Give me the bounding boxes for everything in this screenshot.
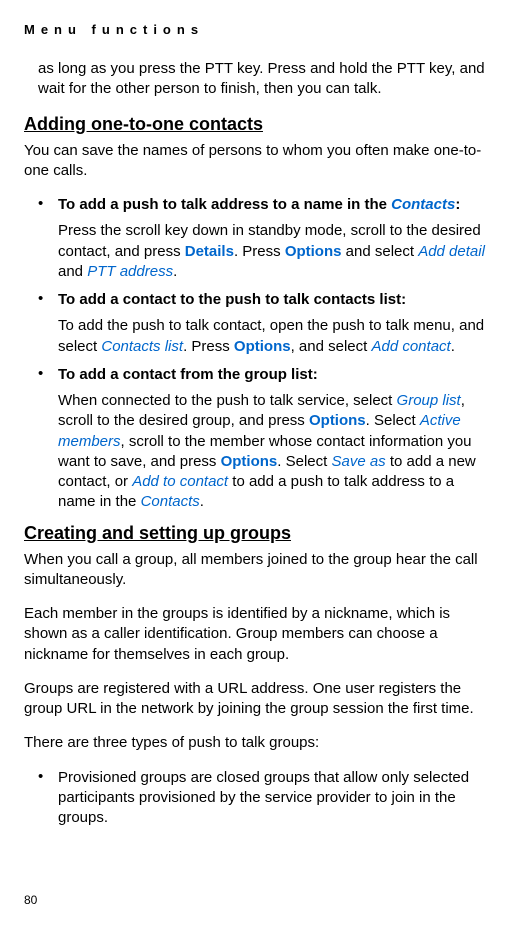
section1-intro: You can save the names of persons to who… <box>24 141 493 182</box>
ui-term: Active members <box>58 412 461 449</box>
ui-term: Options <box>309 412 366 429</box>
ui-term: Contacts list <box>101 338 183 355</box>
list-item: To add a contact from the group list: Whe… <box>38 365 493 513</box>
bullet-body: Press the scroll key down in standby mod… <box>58 221 493 282</box>
paragraph: Each member in the groups is identified … <box>24 604 493 665</box>
ui-term: Add contact <box>371 338 450 355</box>
list-item: To add a contact to the push to talk con… <box>38 290 493 357</box>
ui-term: Group list <box>397 392 461 409</box>
section-heading-adding-contacts: Adding one-to-one contacts <box>24 114 493 135</box>
list-item: Provisioned groups are closed groups tha… <box>38 768 493 829</box>
page-number: 80 <box>24 893 37 907</box>
ui-term: Add to contact <box>132 473 228 490</box>
ui-term: Options <box>234 338 291 355</box>
ui-term: Contacts <box>141 493 200 510</box>
bullet-body: To add the push to talk contact, open th… <box>58 316 493 357</box>
bullet-heading: To add a contact to the push to talk con… <box>58 290 493 310</box>
ui-term: Save as <box>331 453 385 470</box>
ui-term: Add detail <box>418 243 485 260</box>
list-item: To add a push to talk address to a name … <box>38 195 493 282</box>
ui-term: Options <box>285 243 342 260</box>
section2-bullet-list: Provisioned groups are closed groups tha… <box>38 768 493 829</box>
bullet-body: When connected to the push to talk servi… <box>58 391 493 513</box>
paragraph: There are three types of push to talk gr… <box>24 733 493 753</box>
paragraph: Groups are registered with a URL address… <box>24 679 493 720</box>
section-heading-creating-groups: Creating and setting up groups <box>24 523 493 544</box>
ui-term: Options <box>221 453 278 470</box>
ui-term: PTT address <box>87 263 173 280</box>
paragraph: When you call a group, all members joine… <box>24 550 493 591</box>
ui-term: Contacts <box>391 196 455 213</box>
intro-paragraph: as long as you press the PTT key. Press … <box>38 59 493 100</box>
page-header: Menu functions <box>24 22 493 37</box>
bullet-text: Provisioned groups are closed groups tha… <box>58 768 493 829</box>
ui-term: Details <box>185 243 234 260</box>
bullet-heading: To add a push to talk address to a name … <box>58 195 493 215</box>
bullet-heading: To add a contact from the group list: <box>58 365 493 385</box>
section1-bullet-list: To add a push to talk address to a name … <box>38 195 493 513</box>
